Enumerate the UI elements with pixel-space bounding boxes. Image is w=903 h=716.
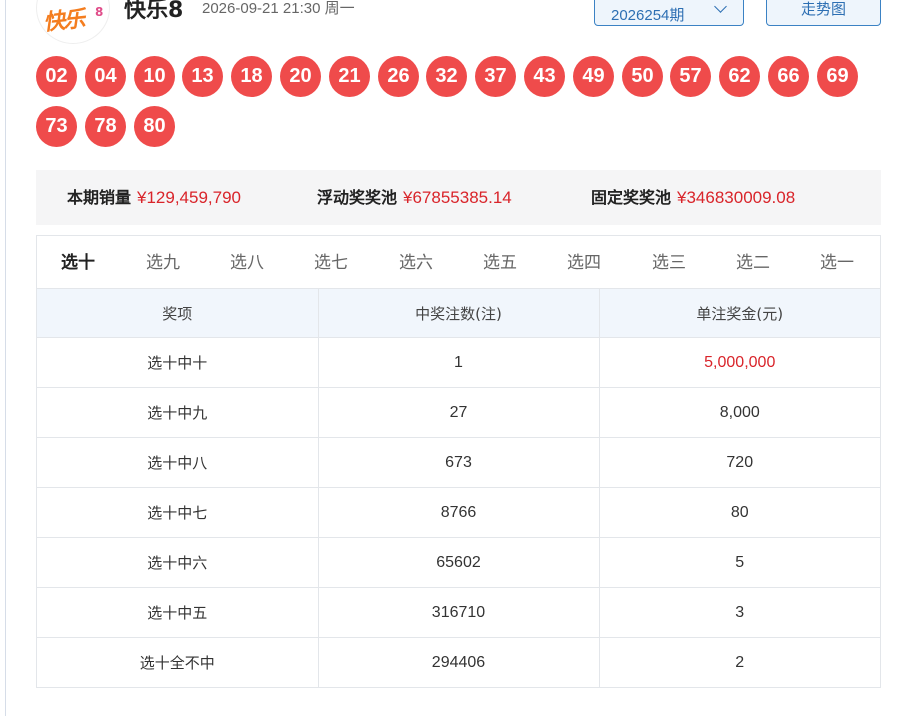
prize-panel: 选十 选九 选八 选七 选六 选五 选四 选三 选二 选一 奖项 中奖注数(注) 单注奖金(元) …: [36, 235, 881, 688]
table-row: 选十中九 27 8,000: [37, 387, 880, 438]
number-ball: 49: [573, 56, 614, 97]
number-ball: 50: [622, 56, 663, 97]
prize-table-body: 选十中十 1 5,000,000 选十中九 27 8,000 选十中八 673 720 选十中七 8…: [37, 337, 880, 688]
number-ball: 10: [134, 56, 175, 97]
prize-amount-cell: 8,000: [598, 387, 880, 438]
tab-10[interactable]: 选一: [820, 236, 854, 288]
prize-level-cell: 选十中七: [37, 487, 319, 538]
winner-count-cell: 65602: [317, 537, 600, 588]
table-header-row: 奖项 中奖注数(注) 单注奖金(元): [37, 288, 880, 338]
number-ball: 26: [378, 56, 419, 97]
number-ball: 69: [817, 56, 858, 97]
lottery-logo: 快乐 8: [36, 0, 110, 44]
tab-2[interactable]: 选九: [146, 236, 180, 288]
prize-level-cell: 选十中十: [37, 337, 319, 388]
trend-chart-button[interactable]: 走势图: [766, 0, 881, 26]
prize-level-cell: 选十中八: [37, 437, 319, 488]
logo-number: 8: [95, 5, 104, 19]
table-row: 选十全不中 294406 2: [37, 637, 880, 688]
number-ball: 13: [182, 56, 223, 97]
winner-count-cell: 294406: [317, 637, 600, 688]
prize-level-cell: 选十中五: [37, 587, 319, 638]
number-ball: 78: [85, 106, 126, 147]
tab-4[interactable]: 选七: [314, 236, 348, 288]
sales-stat: 本期销量 ¥129,459,790: [67, 170, 241, 225]
logo-text: 快乐: [42, 6, 85, 37]
float-pool-label: 浮动奖奖池: [317, 188, 398, 207]
number-ball: 66: [768, 56, 809, 97]
winner-count-cell: 27: [317, 387, 600, 438]
winner-count-cell: 8766: [317, 487, 600, 538]
prize-level-cell: 选十全不中: [37, 637, 319, 688]
column-header-prize-amount: 单注奖金(元): [598, 288, 880, 338]
header: 快乐 8 快乐8 2026-09-21 21:30 周一 2026254期 走势…: [0, 0, 903, 44]
prize-amount-cell: 720: [598, 437, 880, 488]
number-ball: 20: [280, 56, 321, 97]
number-ball: 80: [134, 106, 175, 147]
number-ball: 62: [719, 56, 760, 97]
table-row: 选十中五 316710 3: [37, 587, 880, 638]
prize-table: 奖项 中奖注数(注) 单注奖金(元) 选十中十 1 5,000,000 选十中九 27 8…: [37, 288, 880, 688]
play-type-tabs: 选十 选九 选八 选七 选六 选五 选四 选三 选二 选一: [37, 236, 880, 288]
issue-select[interactable]: 2026254期: [594, 0, 744, 26]
draw-time: 2026-09-21 21:30 周一: [202, 0, 355, 17]
tab-1[interactable]: 选十: [61, 236, 95, 288]
column-header-winner-count: 中奖注数(注): [317, 288, 600, 338]
page-title: 快乐8: [124, 0, 184, 23]
winner-count-cell: 1: [317, 337, 600, 388]
prize-amount-cell: 3: [598, 587, 880, 638]
float-pool-value: ¥67855385.14: [403, 188, 512, 207]
fixed-pool-stat: 固定奖奖池 ¥346830009.08: [591, 170, 795, 225]
table-row: 选十中十 1 5,000,000: [37, 337, 880, 388]
page-left-border: [5, 0, 6, 716]
prize-amount-cell: 5,000,000: [598, 337, 880, 388]
fixed-pool-value: ¥346830009.08: [677, 188, 796, 207]
prize-amount-cell: 80: [598, 487, 880, 538]
number-ball: 18: [231, 56, 272, 97]
fixed-pool-label: 固定奖奖池: [591, 188, 672, 207]
tab-9[interactable]: 选二: [736, 236, 770, 288]
sales-value: ¥129,459,790: [137, 188, 242, 207]
number-ball: 02: [36, 56, 77, 97]
tab-7[interactable]: 选四: [567, 236, 601, 288]
number-ball: 21: [329, 56, 370, 97]
float-pool-stat: 浮动奖奖池 ¥67855385.14: [317, 170, 512, 225]
table-row: 选十中八 673 720: [37, 437, 880, 488]
tab-8[interactable]: 选三: [652, 236, 686, 288]
number-ball: 57: [670, 56, 711, 97]
number-ball: 73: [36, 106, 77, 147]
table-row: 选十中七 8766 80: [37, 487, 880, 538]
tab-3[interactable]: 选八: [230, 236, 264, 288]
prize-amount-cell: 5: [598, 537, 880, 588]
prize-amount-cell: 2: [598, 637, 880, 688]
table-row: 选十中六 65602 5: [37, 537, 880, 588]
number-ball: 04: [85, 56, 126, 97]
winner-count-cell: 673: [317, 437, 600, 488]
number-ball: 37: [475, 56, 516, 97]
column-header-prize-level: 奖项: [37, 288, 319, 338]
winner-count-cell: 316710: [317, 587, 600, 638]
sales-label: 本期销量: [67, 188, 132, 207]
issue-select-value: 2026254期: [611, 7, 685, 24]
chevron-down-icon: [714, 0, 727, 13]
tab-5[interactable]: 选六: [399, 236, 433, 288]
number-ball: 32: [426, 56, 467, 97]
number-ball: 43: [524, 56, 565, 97]
stats-bar: 本期销量 ¥129,459,790 浮动奖奖池 ¥67855385.14 固定奖奖池…: [36, 170, 881, 225]
tab-6[interactable]: 选五: [483, 236, 517, 288]
prize-level-cell: 选十中九: [37, 387, 319, 438]
prize-level-cell: 选十中六: [37, 537, 319, 588]
